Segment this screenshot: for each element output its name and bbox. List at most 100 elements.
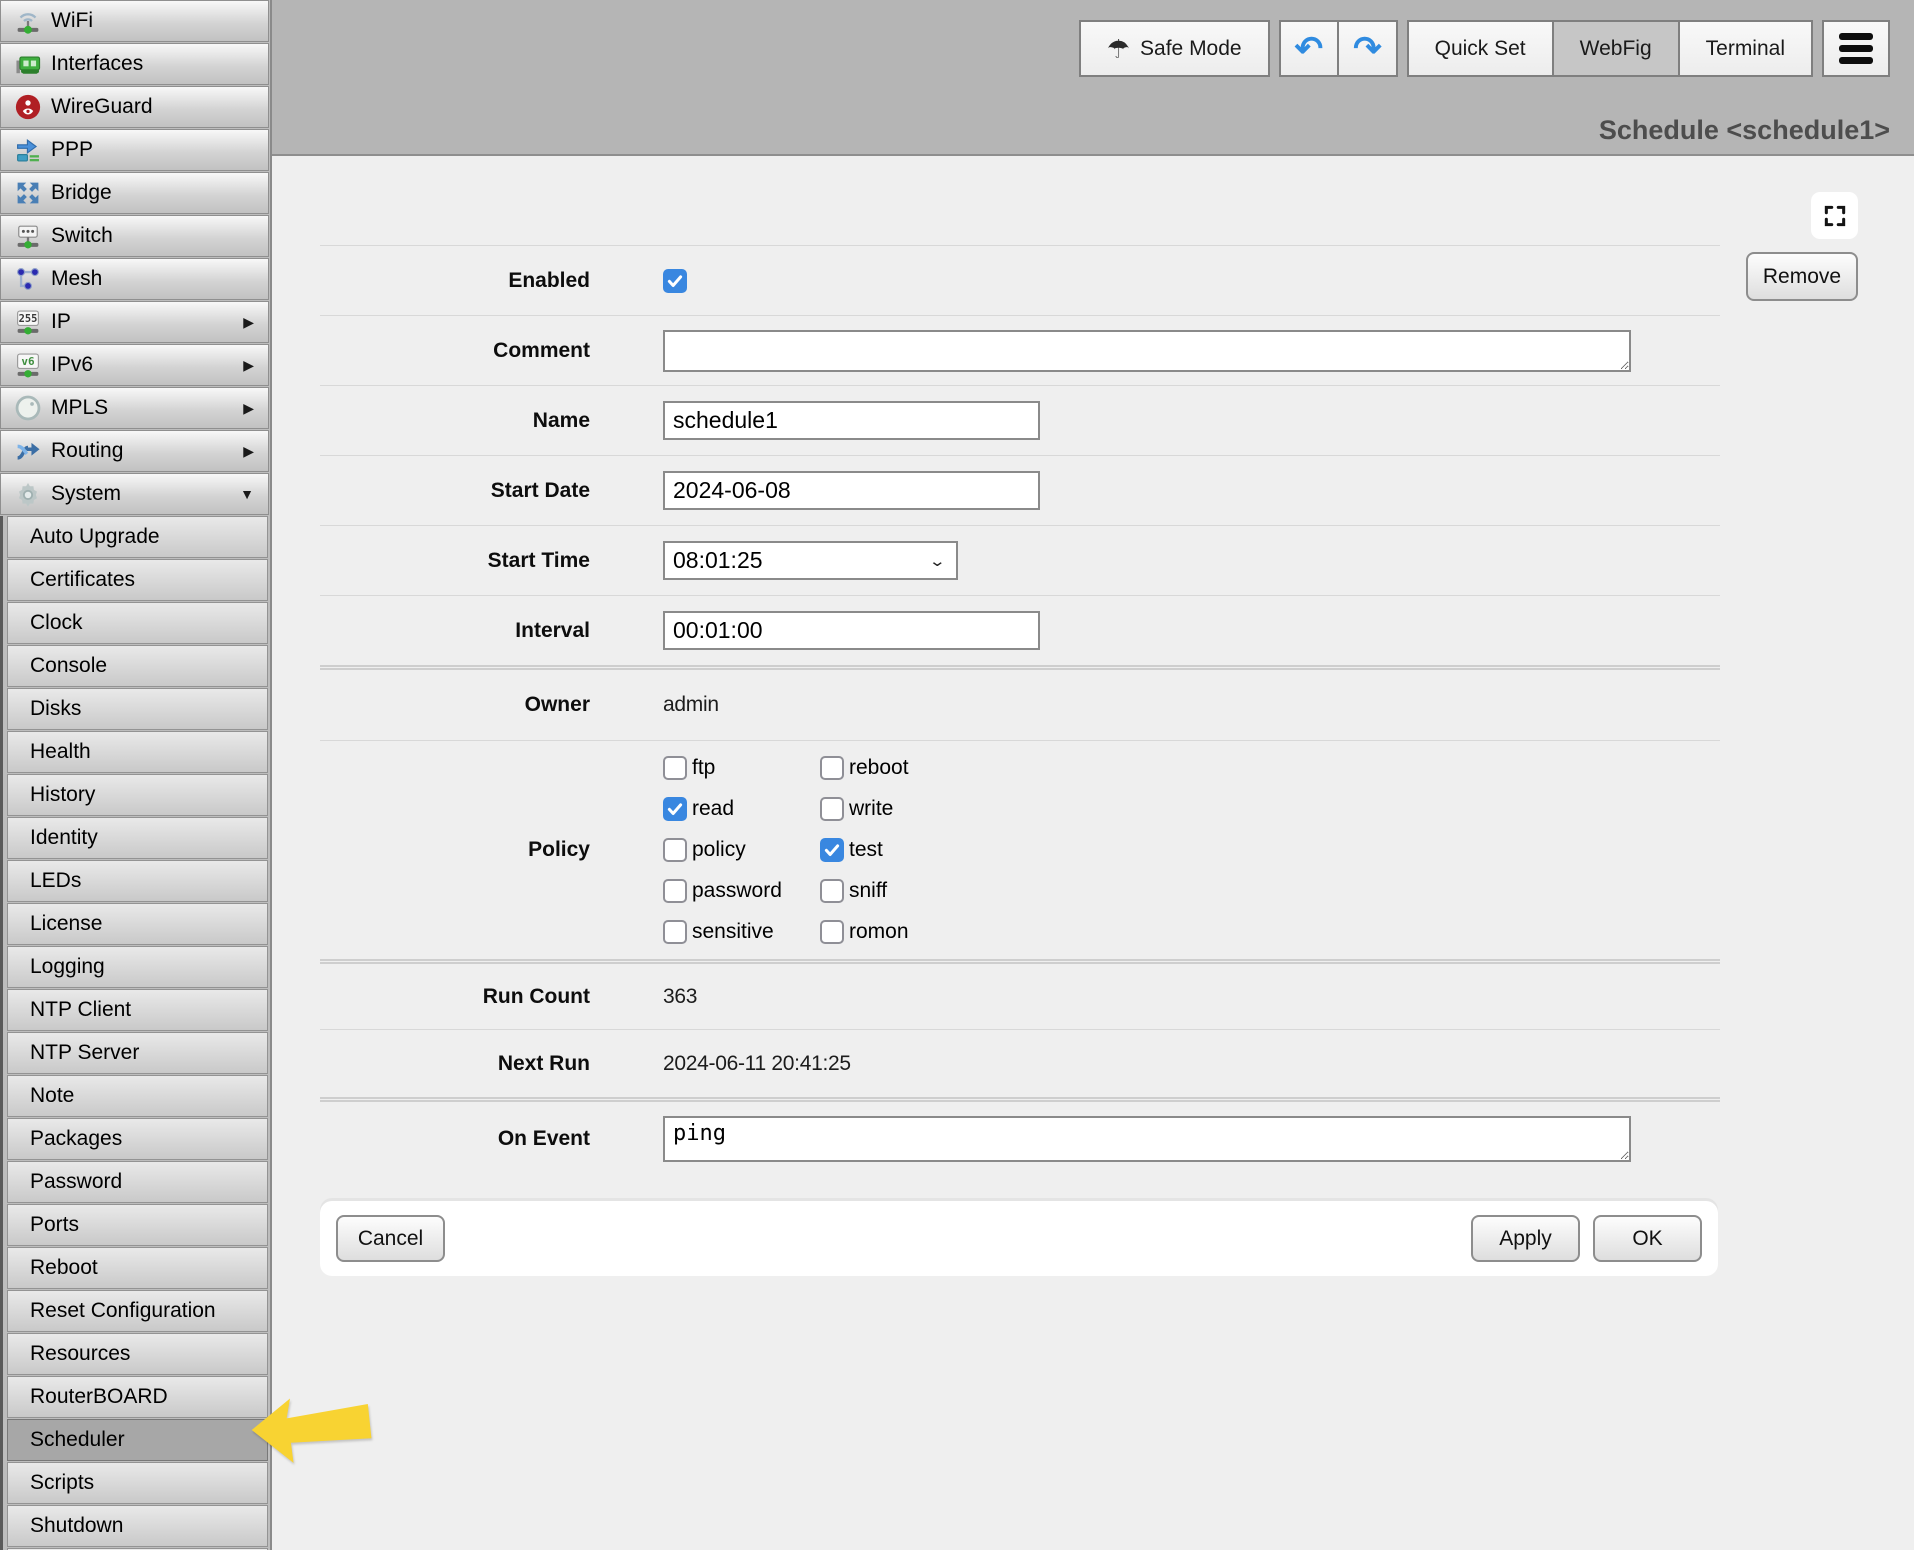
sidebar-item-wifi[interactable]: WiFi	[0, 0, 269, 42]
svg-text:255: 255	[19, 313, 38, 325]
start-time-label: Start Time	[320, 549, 590, 573]
redo-button[interactable]: ↷	[1339, 20, 1398, 77]
remove-button[interactable]: Remove	[1746, 252, 1858, 301]
form-row-name: Name	[320, 385, 1720, 455]
sidebar-item-leds[interactable]: LEDs	[7, 860, 268, 902]
policy-checkbox-password[interactable]	[663, 879, 687, 903]
sidebar-item-disks[interactable]: Disks	[7, 688, 268, 730]
form-row-start-date: Start Date	[320, 455, 1720, 525]
policy-option-read[interactable]: read	[663, 789, 820, 830]
page-title: Schedule <schedule1>	[1599, 115, 1890, 146]
view-tabs: Quick Set WebFig Terminal	[1407, 20, 1813, 77]
sidebar-item-switch[interactable]: Switch	[0, 215, 269, 257]
sidebar-item-console[interactable]: Console	[7, 645, 268, 687]
interval-input[interactable]	[663, 611, 1040, 650]
undo-button[interactable]: ↶	[1279, 20, 1340, 77]
policy-option-policy[interactable]: policy	[663, 830, 820, 871]
sidebar-item-mpls[interactable]: MPLS▶	[0, 387, 269, 429]
sidebar-item-history[interactable]: History	[7, 774, 268, 816]
policy-checkbox-write[interactable]	[820, 797, 844, 821]
sidebar-item-password[interactable]: Password	[7, 1161, 268, 1203]
sidebar-item-note[interactable]: Note	[7, 1075, 268, 1117]
sidebar-item-ip[interactable]: 255IP▶	[0, 301, 269, 343]
sidebar-item-routing[interactable]: Routing▶	[0, 430, 269, 472]
interval-label: Interval	[320, 619, 590, 643]
start-date-input[interactable]	[663, 471, 1040, 510]
sidebar-item-ipv6[interactable]: v6IPv6▶	[0, 344, 269, 386]
sidebar-item-mesh[interactable]: Mesh	[0, 258, 269, 300]
tab-quick-set[interactable]: Quick Set	[1407, 20, 1554, 77]
sidebar-item-auto-upgrade[interactable]: Auto Upgrade	[7, 516, 268, 558]
ipv6-icon: v6	[13, 350, 43, 380]
sidebar-item-resources[interactable]: Resources	[7, 1333, 268, 1375]
fullscreen-button[interactable]	[1811, 192, 1858, 239]
umbrella-icon: ☂	[1107, 36, 1130, 62]
sidebar: WiFiInterfacesWireGuardPPPBridgeSwitch Me…	[0, 0, 272, 1550]
policy-option-romon[interactable]: romon	[820, 912, 909, 953]
sidebar-item-routerboard[interactable]: RouterBOARD	[7, 1376, 268, 1418]
action-bar: Cancel Apply OK	[320, 1201, 1718, 1276]
sidebar-item-shutdown[interactable]: Shutdown	[7, 1505, 268, 1547]
sidebar-item-label: Mesh	[51, 267, 102, 291]
tab-webfig[interactable]: WebFig	[1554, 20, 1680, 77]
sidebar-item-ppp[interactable]: PPP	[0, 129, 269, 171]
sidebar-item-bridge[interactable]: Bridge	[0, 172, 269, 214]
chevron-expanded-icon: ▼	[240, 486, 254, 502]
on-event-input[interactable]: ping	[663, 1116, 1631, 1162]
sidebar-item-reset-configuration[interactable]: Reset Configuration	[7, 1290, 268, 1332]
policy-checkbox-policy[interactable]	[663, 838, 687, 862]
menu-button[interactable]	[1822, 20, 1890, 77]
sidebar-item-scripts[interactable]: Scripts	[7, 1462, 268, 1504]
sidebar-item-logging[interactable]: Logging	[7, 946, 268, 988]
chevron-collapsed-icon: ▶	[243, 357, 254, 374]
comment-input[interactable]	[663, 330, 1631, 372]
next-run-value: 2024-06-11 20:41:25	[663, 1052, 851, 1076]
sidebar-item-ntp-client[interactable]: NTP Client	[7, 989, 268, 1031]
policy-checkbox-reboot[interactable]	[820, 756, 844, 780]
sidebar-item-ports[interactable]: Ports	[7, 1204, 268, 1246]
policy-option-sensitive[interactable]: sensitive	[663, 912, 820, 953]
sidebar-item-reboot[interactable]: Reboot	[7, 1247, 268, 1289]
policy-label: Policy	[320, 838, 590, 862]
policy-checkbox-sniff[interactable]	[820, 879, 844, 903]
cancel-button[interactable]: Cancel	[336, 1215, 445, 1262]
form-row-run-count: Run Count 363	[320, 959, 1720, 1029]
policy-option-test[interactable]: test	[820, 830, 909, 871]
bridge-icon	[13, 178, 43, 208]
sidebar-item-clock[interactable]: Clock	[7, 602, 268, 644]
sidebar-item-license[interactable]: License	[7, 903, 268, 945]
sidebar-item-system[interactable]: System▼	[0, 473, 269, 515]
start-time-select[interactable]: 08:01:25 ⌄	[663, 541, 958, 580]
policy-option-password[interactable]: password	[663, 871, 820, 912]
sidebar-item-packages[interactable]: Packages	[7, 1118, 268, 1160]
ok-button[interactable]: OK	[1593, 1215, 1702, 1262]
form-row-interval: Interval	[320, 595, 1720, 665]
policy-checkbox-ftp[interactable]	[663, 756, 687, 780]
chevron-down-icon: ⌄	[929, 552, 947, 570]
safe-mode-button[interactable]: ☂ Safe Mode	[1079, 20, 1270, 77]
policy-option-ftp[interactable]: ftp	[663, 748, 820, 789]
policy-option-reboot[interactable]: reboot	[820, 748, 909, 789]
content-area: Remove Enabled Comment Name	[272, 158, 1914, 1550]
policy-option-sniff[interactable]: sniff	[820, 871, 909, 912]
policy-checkbox-read[interactable]	[663, 797, 687, 821]
sidebar-item-interfaces[interactable]: Interfaces	[0, 43, 269, 85]
policy-checkbox-romon[interactable]	[820, 920, 844, 944]
tab-terminal[interactable]: Terminal	[1680, 20, 1813, 77]
name-input[interactable]	[663, 401, 1040, 440]
sidebar-item-health[interactable]: Health	[7, 731, 268, 773]
apply-button[interactable]: Apply	[1471, 1215, 1580, 1262]
sidebar-item-certificates[interactable]: Certificates	[7, 559, 268, 601]
run-count-value: 363	[663, 985, 697, 1009]
sidebar-item-identity[interactable]: Identity	[7, 817, 268, 859]
sidebar-item-scheduler[interactable]: Scheduler	[7, 1419, 268, 1461]
policy-column-1: ftpreadpolicypasswordsensitive	[663, 748, 820, 953]
policy-checkbox-sensitive[interactable]	[663, 920, 687, 944]
policy-option-write[interactable]: write	[820, 789, 909, 830]
sidebar-item-ntp-server[interactable]: NTP Server	[7, 1032, 268, 1074]
policy-checkbox-test[interactable]	[820, 838, 844, 862]
enabled-checkbox[interactable]	[663, 269, 687, 293]
interfaces-icon	[13, 49, 43, 79]
sidebar-item-wireguard[interactable]: WireGuard	[0, 86, 269, 128]
comment-label: Comment	[320, 339, 590, 363]
